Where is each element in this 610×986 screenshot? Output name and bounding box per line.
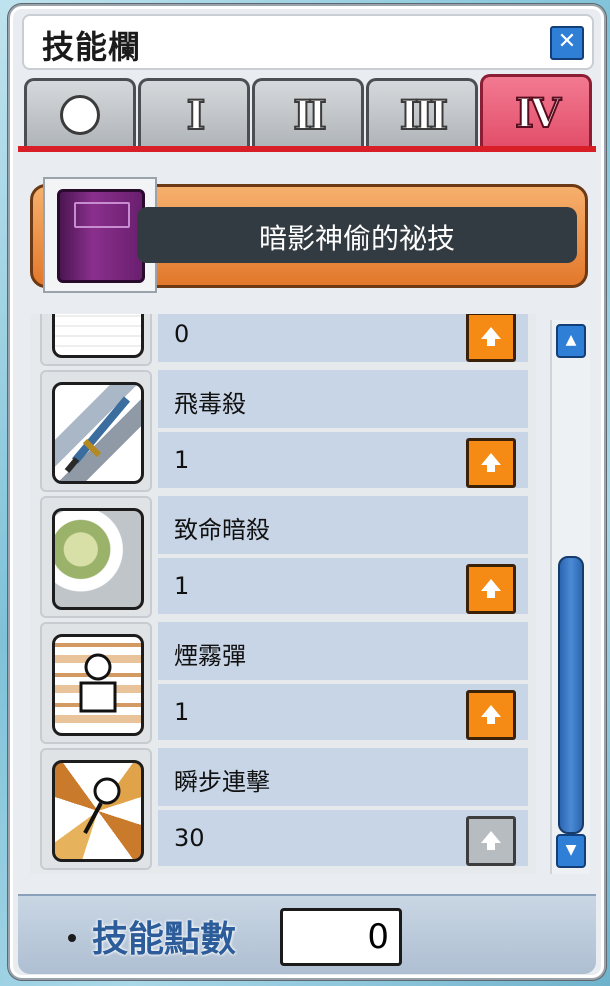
skill-level-box: 1 xyxy=(158,432,528,488)
job-tabs: I II III IV xyxy=(24,74,592,150)
figure-icon xyxy=(83,777,121,834)
skill-name: 瞬步連擊 xyxy=(174,768,270,796)
scroll-up-icon[interactable]: ▲ xyxy=(556,324,586,358)
arrow-up-icon xyxy=(481,327,501,346)
skill-points-value: 0 xyxy=(367,917,389,957)
smoke-bomb-skill-icon xyxy=(52,634,144,736)
skill-icon-frame xyxy=(40,496,152,618)
skill-level: 1 xyxy=(174,572,190,600)
arrow-up-icon xyxy=(481,453,501,472)
skill-points-label: 技能點數 xyxy=(92,919,237,960)
arrow-up-icon xyxy=(481,579,501,598)
skill-icon-frame xyxy=(40,314,152,366)
skill-up-button[interactable] xyxy=(466,314,516,362)
skill-level: 30 xyxy=(174,824,205,852)
skill-row[interactable]: 煙霧彈 1 xyxy=(30,622,536,744)
skill-up-button-disabled xyxy=(466,816,516,866)
skill-level: 1 xyxy=(174,698,190,726)
arrow-up-icon xyxy=(481,831,501,850)
skill-name: 飛毒殺 xyxy=(174,390,246,418)
skill-name: 致命暗殺 xyxy=(174,516,270,544)
skill-row[interactable]: 瞬步連擊 30 xyxy=(30,748,536,870)
tab-3-label: III xyxy=(399,91,449,140)
tab-1-label: I xyxy=(186,91,207,140)
skill-up-button[interactable] xyxy=(466,438,516,488)
skill-book-icon xyxy=(57,189,145,283)
scroll-thumb[interactable] xyxy=(558,556,584,834)
skill-points-field: 0 xyxy=(280,908,402,966)
circle-icon xyxy=(60,95,100,135)
job-name-box: 暗影神偷的祕技 xyxy=(137,207,577,263)
tab-2-label: II xyxy=(292,91,328,140)
skill-window: 技能欄 ✕ I II III IV 暗影神偷的祕技 0 飛毒殺 1 致命暗殺 1… xyxy=(8,4,606,980)
tab-underline xyxy=(18,146,596,152)
job-banner: 暗影神偷的祕技 xyxy=(30,177,588,293)
skill-level: 0 xyxy=(174,320,190,348)
skill-up-button[interactable] xyxy=(466,564,516,614)
title-bar[interactable]: 技能欄 ✕ xyxy=(22,14,594,70)
skill-name-box: 瞬步連擊 xyxy=(158,748,528,806)
tab-1[interactable]: I xyxy=(138,78,250,149)
tab-4-label: IV xyxy=(514,89,562,138)
scroll-down-icon[interactable]: ▼ xyxy=(556,834,586,868)
skill-row[interactable]: 0 xyxy=(30,314,536,366)
skill-icon-frame xyxy=(40,748,152,870)
tab-4[interactable]: IV xyxy=(480,74,592,149)
scrollbar[interactable]: ▲ ▼ xyxy=(550,320,590,874)
tab-beginner[interactable] xyxy=(24,78,136,149)
dagger-icon xyxy=(64,396,131,473)
skill-name-box: 飛毒殺 xyxy=(158,370,528,428)
skill-level-box: 30 xyxy=(158,810,528,866)
skill-name-box: 煙霧彈 xyxy=(158,622,528,680)
window-title: 技能欄 xyxy=(42,28,142,66)
bullet-icon xyxy=(68,934,76,942)
skill-name: 煙霧彈 xyxy=(174,642,246,670)
figure-icon xyxy=(79,653,117,713)
job-name: 暗影神偷的祕技 xyxy=(258,222,455,255)
skill-up-button[interactable] xyxy=(466,690,516,740)
dagger-skill-icon xyxy=(52,382,144,484)
skill-level-box: 1 xyxy=(158,684,528,740)
footer: 技能點數 0 xyxy=(18,894,596,974)
tab-2[interactable]: II xyxy=(252,78,364,149)
flash-step-skill-icon xyxy=(52,760,144,862)
skill-icon-frame xyxy=(40,370,152,492)
assassinate-skill-icon xyxy=(52,508,144,610)
skill-icon-partial xyxy=(52,314,144,358)
tab-3[interactable]: III xyxy=(366,78,478,149)
skill-row[interactable]: 致命暗殺 1 xyxy=(30,496,536,618)
close-icon[interactable]: ✕ xyxy=(550,26,584,60)
arrow-up-icon xyxy=(481,705,501,724)
skill-icon-frame xyxy=(40,622,152,744)
skill-level-box: 1 xyxy=(158,558,528,614)
skill-list: 0 飛毒殺 1 致命暗殺 1 煙霧彈 1 瞬步連擊 30 xyxy=(30,314,536,874)
skill-level-box: 0 xyxy=(158,314,528,362)
skill-row[interactable]: 飛毒殺 1 xyxy=(30,370,536,492)
skill-level: 1 xyxy=(174,446,190,474)
skill-name-box: 致命暗殺 xyxy=(158,496,528,554)
